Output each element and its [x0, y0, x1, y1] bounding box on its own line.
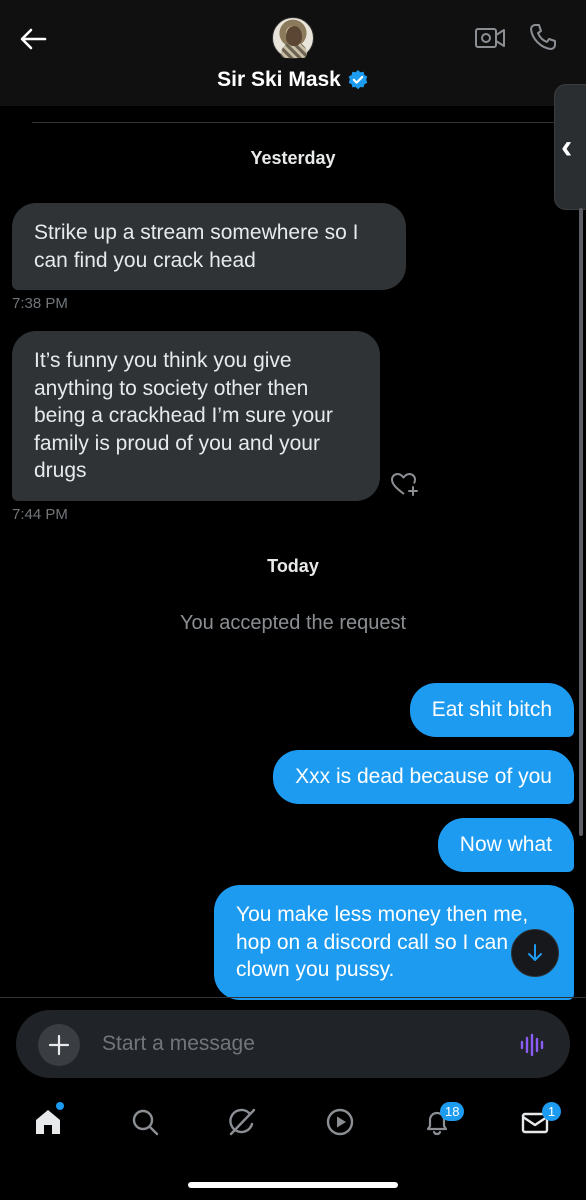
home-icon [36, 1110, 60, 1134]
message-line: It’s funny you think you give [34, 349, 292, 372]
message-line: You make less money then me, [236, 903, 529, 926]
react-button[interactable] [390, 472, 420, 498]
scrollbar[interactable] [579, 208, 583, 836]
nav-search[interactable] [125, 1102, 165, 1142]
video-call-icon [475, 28, 505, 48]
nav-video[interactable] [320, 1102, 360, 1142]
messages-badge: 1 [542, 1102, 561, 1121]
message-line: clown you pussy. [236, 958, 395, 981]
notifications-badge: 18 [440, 1102, 465, 1121]
composer-divider [0, 997, 586, 998]
message-line: Strike up a stream somewhere so I [34, 221, 359, 244]
message-line: Xxx is dead because of you [295, 765, 552, 788]
contact-name: Sir Ski Mask [217, 68, 341, 91]
side-panel-handle[interactable]: ‹ [554, 84, 586, 210]
date-separator-today: Today [267, 556, 319, 576]
incoming-message[interactable]: Strike up a stream somewhere so I can fi… [12, 203, 406, 290]
verified-badge-icon [348, 70, 368, 90]
message-line: Eat shit bitch [431, 698, 552, 721]
message-timestamp: 7:38 PM [12, 295, 68, 312]
back-arrow-icon [20, 28, 47, 50]
video-play-icon [326, 1108, 354, 1136]
back-button[interactable] [16, 22, 50, 56]
incoming-message[interactable]: It’s funny you think you give anything t… [12, 331, 380, 501]
message-line: can find you crack head [34, 248, 256, 272]
message-line: hop on a discord call so I can [236, 930, 508, 954]
outgoing-message[interactable]: Now what [437, 818, 574, 872]
message-input[interactable] [102, 1024, 482, 1064]
contact-title-row[interactable]: Sir Ski Mask [0, 68, 586, 92]
message-line: Now what [459, 833, 552, 856]
add-media-button[interactable] [38, 1024, 80, 1066]
message-line: family is proud of you and your [34, 431, 320, 455]
date-separator-yesterday: Yesterday [250, 148, 336, 168]
message-timestamp: 7:44 PM [12, 506, 68, 523]
video-call-button[interactable] [474, 24, 506, 52]
voice-waveform-icon [520, 1033, 544, 1057]
message-line: drugs [34, 459, 87, 482]
nav-grok[interactable] [222, 1102, 262, 1142]
home-unread-dot [56, 1102, 64, 1110]
message-line: being a crackhead I’m sure your [34, 404, 333, 427]
chat-header: Sir Ski Mask [0, 0, 586, 106]
voice-message-button[interactable] [518, 1032, 548, 1058]
phone-call-icon [530, 24, 556, 50]
avatar[interactable] [272, 17, 314, 59]
message-line: anything to society other then [34, 376, 309, 400]
search-icon [132, 1109, 159, 1136]
bottom-navigation: 18 1 [0, 1090, 586, 1154]
outgoing-message[interactable]: Eat shit bitch [409, 683, 574, 737]
header-divider [32, 122, 582, 123]
grok-icon [229, 1108, 256, 1136]
arrow-down-icon [528, 944, 542, 961]
phone-call-button[interactable] [528, 22, 558, 52]
outgoing-message[interactable]: Xxx is dead because of you [273, 750, 574, 804]
home-indicator [188, 1182, 398, 1188]
heart-plus-icon [391, 473, 418, 496]
scroll-to-bottom-button[interactable] [511, 929, 559, 977]
plus-icon [48, 1034, 70, 1056]
message-composer [16, 1010, 570, 1078]
system-message: You accepted the request [179, 612, 407, 634]
